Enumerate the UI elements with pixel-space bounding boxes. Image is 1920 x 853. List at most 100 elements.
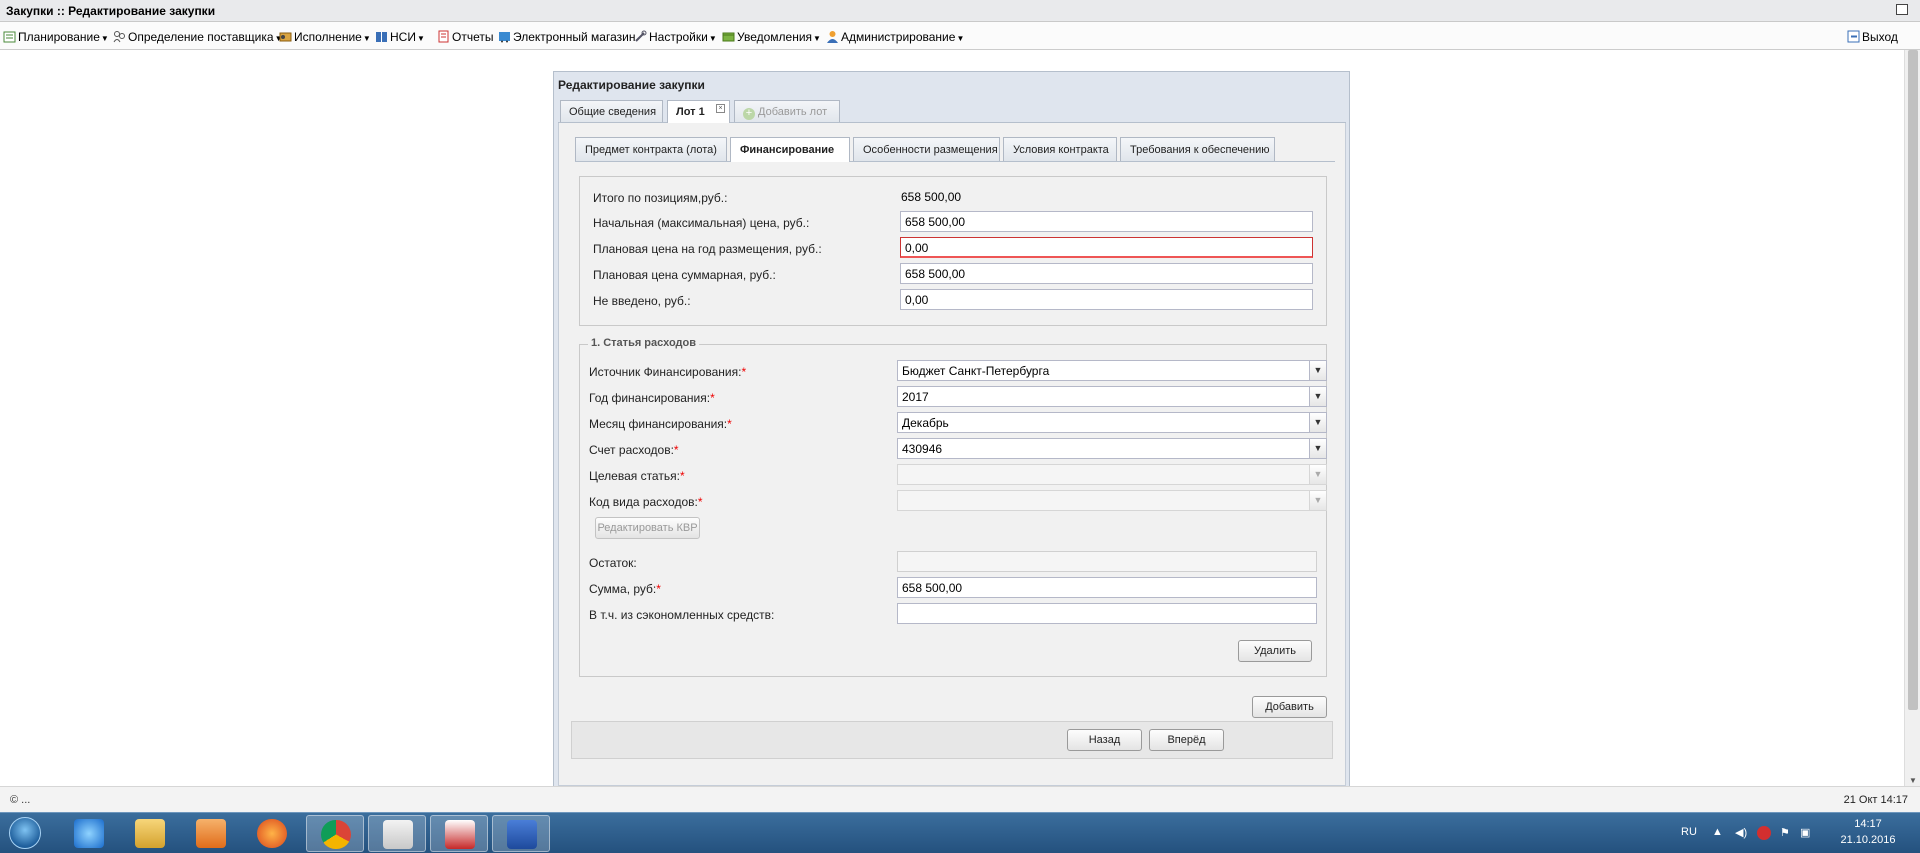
dropdown-arrow-icon: ▼ [956, 34, 965, 43]
language-indicator[interactable]: RU [1681, 826, 1697, 838]
maximize-button[interactable] [1896, 4, 1908, 15]
next-button[interactable]: Вперёд [1149, 729, 1224, 751]
not-entered-input[interactable]: 0,00 [900, 289, 1313, 310]
scroll-down-arrow-icon[interactable]: ▼ [1909, 776, 1917, 785]
remainder-input[interactable] [897, 551, 1317, 572]
network-icon[interactable]: ▣ [1800, 826, 1810, 839]
tab-financing[interactable]: Финансирование [730, 137, 850, 162]
menu-execution-label: Исполнение [294, 30, 362, 44]
expense-fieldset: 1. Статья расходов Источник Финансирован… [579, 337, 1327, 677]
exit-icon [1847, 30, 1860, 43]
nmc-input[interactable]: 658 500,00 [900, 211, 1313, 232]
taskbar-chrome[interactable] [306, 815, 364, 852]
required-marker: * [710, 391, 715, 405]
remainder-label: Остаток: [589, 556, 637, 570]
taskbar-mail[interactable] [430, 815, 488, 852]
close-tab-icon[interactable]: × [716, 104, 725, 113]
month-label: Месяц финансирования:* [589, 417, 732, 431]
chevron-down-icon[interactable]: ▼ [1309, 491, 1326, 510]
year-select[interactable]: 2017 ▼ [897, 386, 1327, 407]
book-icon [376, 32, 387, 42]
tab-contract-terms[interactable]: Условия контракта [1003, 137, 1117, 161]
volume-icon[interactable]: ◀) [1735, 826, 1747, 839]
back-button[interactable]: Назад [1067, 729, 1142, 751]
source-select[interactable]: Бюджет Санкт-Петербурга ▼ [897, 360, 1327, 381]
chevron-down-icon[interactable]: ▼ [1309, 413, 1326, 432]
tab-placement-features[interactable]: Особенности размещения [853, 137, 1000, 161]
chevron-down-icon[interactable]: ▼ [1309, 361, 1326, 380]
delete-button[interactable]: Удалить [1238, 640, 1312, 662]
tab-security-requirements-label: Требования к обеспечению [1130, 144, 1270, 156]
chevron-down-icon[interactable]: ▼ [1309, 387, 1326, 406]
year-label-text: Год финансирования: [589, 391, 711, 405]
required-marker: * [727, 417, 732, 431]
status-datetime: 21 Окт 14:17 [1843, 794, 1908, 806]
antivirus-icon[interactable] [1757, 826, 1771, 840]
menu-settings-label: Настройки [649, 30, 708, 44]
report-icon [438, 30, 449, 43]
taskbar-ie[interactable] [60, 815, 118, 852]
wrench-icon [635, 30, 647, 42]
total-label: Итого по позициям,руб.: [593, 191, 728, 205]
start-button[interactable] [4, 815, 46, 852]
scrollbar-thumb[interactable] [1908, 50, 1918, 710]
tab-contract-subject[interactable]: Предмет контракта (лота) [575, 137, 727, 161]
account-select[interactable]: 430946 ▼ [897, 438, 1327, 459]
chevron-down-icon[interactable]: ▼ [1309, 465, 1326, 484]
required-marker: * [656, 582, 661, 596]
menu-eshop-label: Электронный магазин [513, 30, 636, 44]
tab-general-label: Общие сведения [569, 106, 657, 118]
page-scrollbar[interactable]: ▼ [1904, 50, 1920, 786]
total-value: 658 500,00 [901, 190, 962, 204]
taskbar-firefox[interactable] [243, 815, 301, 852]
sum-label-text: Сумма, руб: [589, 582, 657, 596]
source-label-text: Источник Финансирования: [589, 365, 742, 379]
required-marker: * [673, 443, 679, 457]
word-icon [507, 820, 537, 849]
menu-reports-label: Отчеты [452, 30, 494, 44]
window-title: Закупки :: Редактирование закупки [6, 4, 216, 18]
taskbar-app-signature[interactable] [368, 815, 426, 852]
month-select[interactable]: Декабрь ▼ [897, 412, 1327, 433]
tab-add-lot[interactable]: + Добавить лот [734, 100, 840, 122]
summary-fieldset: Итого по позициям,руб.: 658 500,00 Начал… [579, 176, 1327, 326]
plan-total-input[interactable]: 658 500,00 [900, 263, 1313, 284]
flag-icon[interactable]: ⚑ [1780, 826, 1790, 839]
edit-kvr-button[interactable]: Редактировать КВР [595, 517, 700, 539]
required-marker: * [679, 469, 685, 483]
menu-notifications-label: Уведомления [737, 30, 813, 44]
not-entered-label: Не введено, руб.: [593, 294, 691, 308]
kvr-select[interactable]: ▼ [897, 490, 1327, 511]
tab-add-lot-label: Добавить лот [758, 106, 828, 118]
month-label-text: Месяц финансирования: [589, 417, 728, 431]
chevron-down-icon[interactable]: ▼ [1309, 439, 1326, 458]
target-select[interactable]: ▼ [897, 464, 1327, 485]
os-taskbar: RU ▲ ◀) ⚑ ▣ 14:17 21.10.2016 [0, 812, 1920, 853]
tab-general[interactable]: Общие сведения [560, 100, 663, 122]
dropdown-arrow-icon: ▼ [708, 34, 717, 43]
kvr-label-text: Код вида расходов: [589, 495, 698, 509]
taskbar-word[interactable] [492, 815, 550, 852]
tab-lot-1-label: Лот 1 [676, 106, 705, 118]
taskbar-explorer[interactable] [121, 815, 179, 852]
tray-expand-icon[interactable]: ▲ [1712, 826, 1723, 838]
saved-input[interactable] [897, 603, 1317, 624]
tab-placement-features-label: Особенности размещения [863, 144, 998, 156]
menu-planning-label: Планирование [18, 30, 100, 44]
people-icon [113, 31, 125, 43]
planning-icon [3, 31, 16, 43]
sum-input[interactable]: 658 500,00 [897, 577, 1317, 598]
windows-logo-icon [9, 817, 41, 849]
firefox-icon [257, 819, 287, 848]
taskbar-media[interactable] [182, 815, 240, 852]
sum-label: Сумма, руб:* [589, 582, 661, 596]
ie-icon [74, 819, 104, 848]
tab-lot-1[interactable]: Лот 1 × [667, 100, 730, 123]
system-clock[interactable]: 14:17 21.10.2016 [1838, 816, 1898, 848]
menu-nsi-label: НСИ [390, 30, 416, 44]
lot-panel: Предмет контракта (лота) Финансирование … [558, 123, 1346, 786]
source-select-value: Бюджет Санкт-Петербурга [902, 364, 1050, 378]
plan-year-input[interactable]: 0,00 [900, 237, 1313, 258]
add-button[interactable]: Добавить [1252, 696, 1327, 718]
tab-security-requirements[interactable]: Требования к обеспечению [1120, 137, 1275, 161]
